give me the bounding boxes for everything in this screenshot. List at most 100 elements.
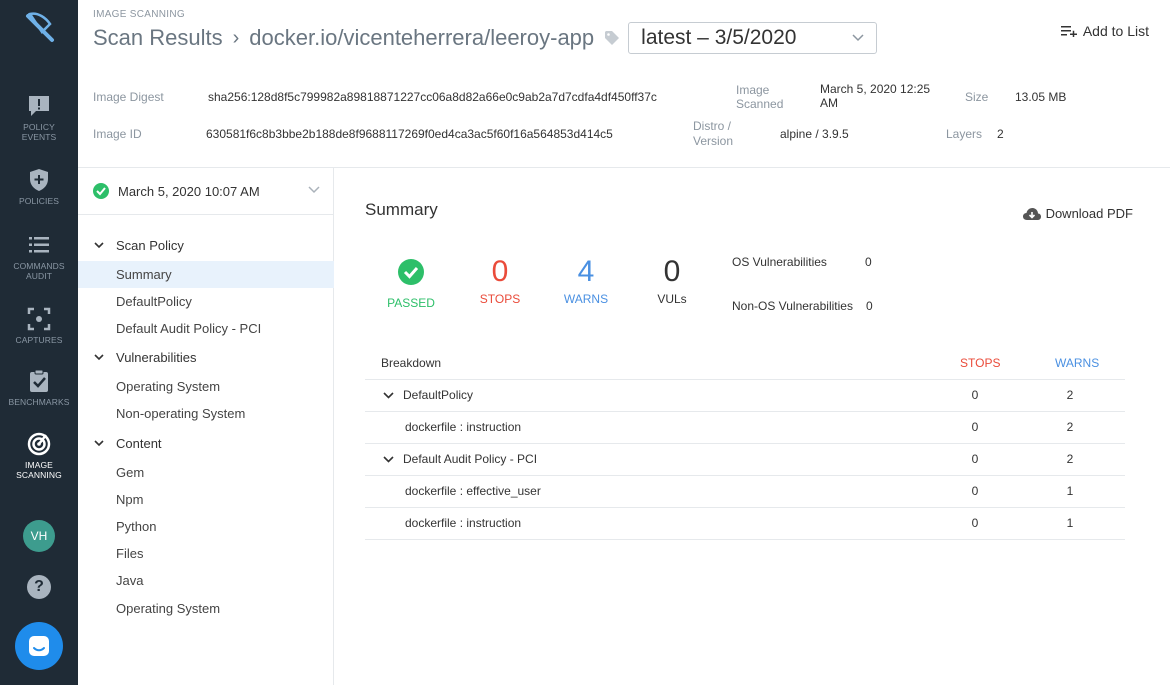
stops-cell: 0 (971, 388, 979, 402)
image-digest-label: Image Digest (93, 90, 164, 104)
image-id-label: Image ID (93, 127, 142, 141)
add-to-list-button[interactable]: Add to List (1060, 23, 1149, 39)
gate-trigger-name: dockerfile : effective_user (405, 484, 541, 498)
clipboard-check-icon (30, 369, 48, 392)
tree-item-label: Gem (116, 465, 145, 480)
table-row-group[interactable]: Default Audit Policy - PCI 0 2 (365, 444, 1125, 476)
tree-item-label: Java (116, 573, 144, 588)
warns-cell: 2 (1066, 452, 1074, 466)
nav-label: CAPTURES (15, 335, 63, 345)
tree-group-scan-policy[interactable]: Scan Policy (78, 232, 334, 259)
tree-item-gem[interactable]: Gem (78, 459, 334, 486)
non-os-vulnerabilities-label: Non-OS Vulnerabilities (732, 299, 853, 313)
warns-stat: 4 WARNS (559, 256, 613, 307)
stops-cell: 0 (971, 452, 979, 466)
table-row-group[interactable]: DefaultPolicy 0 2 (365, 380, 1125, 412)
tree-item-label: Default Audit Policy - PCI (116, 321, 262, 336)
tree-item-content-operating-system[interactable]: Operating System (78, 595, 334, 622)
sysdig-logo-icon[interactable] (24, 10, 56, 46)
tree-item-defaultpolicy[interactable]: DefaultPolicy (78, 288, 334, 315)
tree-item-python[interactable]: Python (78, 513, 334, 540)
tree-group-label: Content (116, 436, 162, 451)
nav-label: POLICY (23, 122, 55, 132)
chevron-down-icon (383, 392, 394, 399)
nav-label: AUDIT (26, 271, 52, 281)
size-label: Size (965, 90, 989, 104)
list-icon (29, 237, 49, 253)
chevron-down-icon (383, 456, 394, 463)
tree-item-operating-system[interactable]: Operating System (78, 373, 334, 400)
breakdown-header: Breakdown (381, 356, 442, 370)
table-row: dockerfile : instruction 0 2 (365, 412, 1125, 444)
nav-label: IMAGE (25, 460, 53, 470)
stops-label: STOPS (479, 292, 521, 306)
chevron-down-icon (94, 354, 104, 361)
nav-label: COMMANDS (13, 261, 65, 271)
breakdown-table: Breakdown STOPS WARNS DefaultPolicy 0 2 … (365, 348, 1125, 540)
table-row: dockerfile : instruction 0 1 (365, 508, 1125, 540)
passed-check-icon (398, 259, 424, 285)
nav-label: BENCHMARKS (8, 397, 70, 407)
distro-version-label: Version (693, 134, 734, 148)
summary-panel: Summary Download PDF PASSED 0 STOPS 4 WA… (335, 168, 1170, 685)
tree-group-vulnerabilities[interactable]: Vulnerabilities (78, 344, 334, 371)
image-id-value: 630581f6c8b3bbe2b188de8f9688117269f0ed4c… (206, 127, 613, 141)
distro-version-value: alpine / 3.9.5 (780, 127, 849, 141)
tag-select[interactable]: latest – 3/5/2020 (628, 22, 878, 54)
column-header-warns: WARNS (1055, 356, 1100, 370)
breadcrumb-scan-results[interactable]: Scan Results (93, 25, 223, 51)
nav-item-captures[interactable]: CAPTURES (0, 306, 78, 345)
tree-item-label: Non-operating System (116, 406, 246, 421)
cloud-download-icon (1022, 207, 1041, 220)
page-header: IMAGE SCANNING Scan Results › docker.io/… (78, 0, 1170, 64)
scan-date-select[interactable]: March 5, 2020 10:07 AM (78, 168, 334, 215)
download-pdf-button[interactable]: Download PDF (1022, 206, 1133, 221)
add-to-list-label: Add to List (1082, 23, 1149, 39)
table-row: dockerfile : effective_user 0 1 (365, 476, 1125, 508)
capture-icon (27, 307, 51, 331)
gate-trigger-name: dockerfile : instruction (405, 420, 522, 434)
tree-item-java[interactable]: Java (78, 567, 334, 594)
os-vulnerabilities-value: 0 (865, 255, 872, 269)
warns-cell: 1 (1066, 516, 1074, 530)
vuls-stat: 0 VULs (645, 256, 699, 307)
table-header-row: Breakdown STOPS WARNS (365, 348, 1125, 380)
stops-cell: 0 (971, 484, 979, 498)
nav-item-commands-audit[interactable]: COMMANDS AUDIT (0, 232, 78, 281)
nav-item-benchmarks[interactable]: BENCHMARKS (0, 368, 78, 407)
image-scanned-value: AM (820, 96, 838, 110)
chevron-down-icon (852, 34, 864, 42)
image-digest-value: sha256:128d8f5c799982a89818871227cc06a8d… (208, 90, 657, 104)
column-header-stops: STOPS (960, 356, 1001, 370)
image-metadata: Image Digest sha256:128d8f5c799982a89818… (78, 64, 1170, 168)
side-panel: March 5, 2020 10:07 AM Scan Policy Summa… (78, 168, 334, 685)
tree-item-default-audit-policy-pci[interactable]: Default Audit Policy - PCI (78, 315, 334, 342)
image-scanned-label: Image (736, 83, 770, 97)
stops-stat: 0 STOPS (473, 256, 527, 307)
tree-item-files[interactable]: Files (78, 540, 334, 567)
tree-item-non-operating-system[interactable]: Non-operating System (78, 400, 334, 427)
nav-item-policies[interactable]: POLICIES (0, 167, 78, 206)
tree-group-label: Scan Policy (116, 238, 184, 253)
nav-item-policy-events[interactable]: POLICY EVENTS (0, 93, 78, 142)
passed-stat: PASSED (387, 259, 435, 310)
tag-icon (605, 31, 620, 45)
non-os-vulnerabilities-value: 0 (866, 299, 873, 313)
nav-label: EVENTS (21, 132, 57, 142)
nav-label: POLICIES (18, 196, 59, 206)
tree-item-summary[interactable]: Summary (78, 261, 334, 288)
summary-title: Summary (365, 200, 438, 219)
chat-launcher-button[interactable] (15, 622, 63, 670)
tree-item-label: DefaultPolicy (116, 294, 192, 309)
nav-item-image-scanning[interactable]: IMAGE SCANNING (0, 431, 78, 480)
chat-icon (29, 636, 49, 656)
avatar[interactable]: VH (23, 520, 55, 552)
breadcrumb-separator: › (232, 26, 240, 49)
tree-group-content[interactable]: Content (78, 430, 334, 457)
tree-item-label: Operating System (116, 601, 221, 616)
warns-cell: 2 (1066, 388, 1074, 402)
tree-item-npm[interactable]: Npm (78, 486, 334, 513)
shield-icon (30, 169, 48, 191)
gate-trigger-name: dockerfile : instruction (405, 516, 522, 530)
help-icon[interactable]: ? (27, 575, 51, 599)
